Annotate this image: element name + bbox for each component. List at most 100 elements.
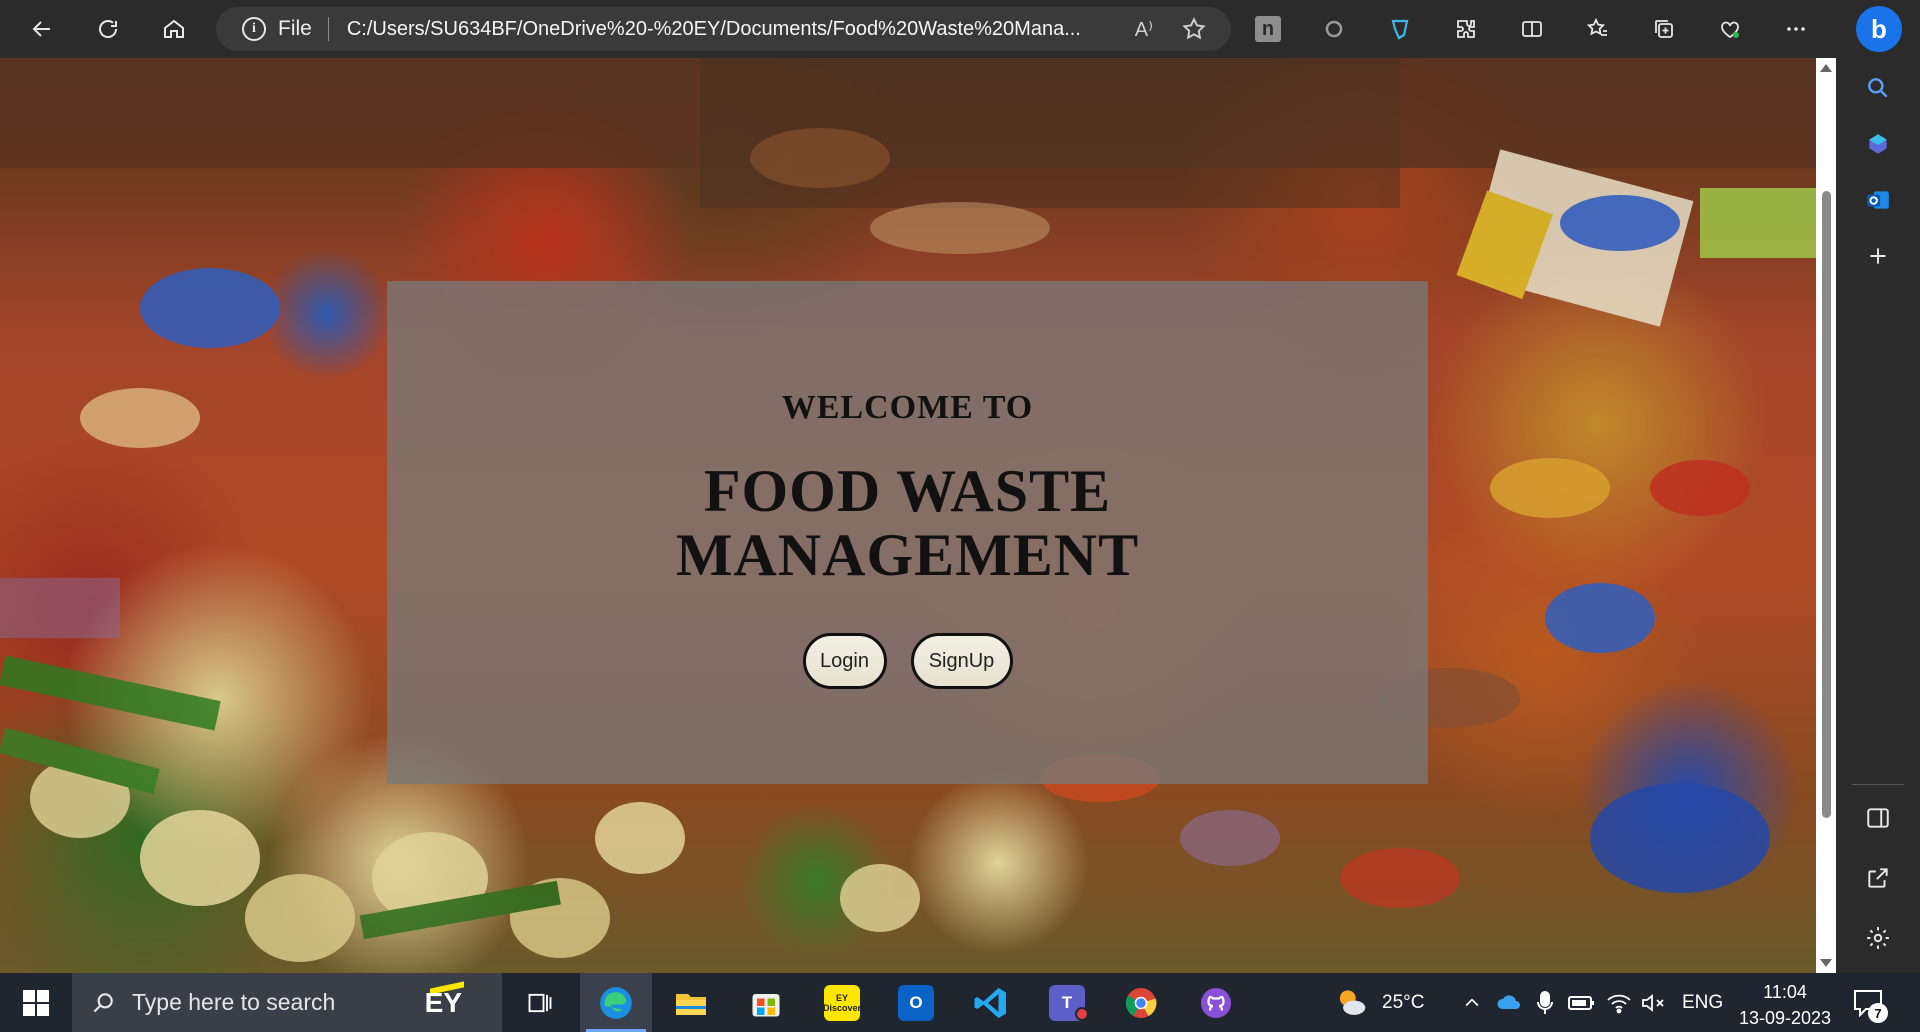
clock-time: 11:04 [1763, 982, 1807, 1002]
page-viewport: WELCOME TO FOOD WASTE MANAGEMENT Login S… [0, 58, 1816, 973]
collections-button[interactable] [1644, 9, 1684, 49]
open-external-icon [1868, 868, 1888, 888]
add-icon [1870, 248, 1886, 264]
signup-button[interactable]: SignUp [910, 633, 1013, 689]
toolbar-actions: n [1248, 9, 1816, 49]
address-bar[interactable]: i File C:/Users/SU634BF/OneDrive%20-%20E… [216, 7, 1231, 51]
sidebar-divider [1852, 784, 1904, 785]
bing-chat-icon[interactable]: b [1856, 6, 1902, 52]
taskbar-search-box[interactable]: Type here to search EY [72, 973, 502, 1032]
teams-status-badge [1075, 1007, 1089, 1021]
windows-taskbar: Type here to search EY EY Discover O T 2… [0, 973, 1920, 1032]
shield-extension-icon [1391, 19, 1409, 40]
more-icon [1787, 27, 1805, 31]
extensions-button[interactable] [1446, 9, 1486, 49]
vscode-icon [974, 987, 1006, 1018]
volume-muted-icon [1642, 993, 1664, 1012]
circle-extension-icon [1325, 20, 1343, 38]
volume-tray[interactable] [1640, 973, 1666, 1032]
outlook-icon: O [898, 984, 934, 1021]
browser-essentials-button[interactable] [1710, 9, 1750, 49]
welcome-panel: WELCOME TO FOOD WASTE MANAGEMENT Login S… [387, 281, 1428, 784]
show-hidden-icons-button[interactable] [1462, 973, 1482, 1032]
taskbar-clock[interactable]: 11:04 13-09-2023 [1730, 979, 1840, 1031]
edge-sidebar [1836, 58, 1920, 973]
taskbar-ey-discover[interactable]: EY Discover [806, 973, 878, 1032]
taskbar-file-explorer[interactable] [655, 973, 727, 1032]
github-desktop-icon [1201, 987, 1231, 1018]
nav-buttons [22, 9, 194, 49]
sidebar-toggle-button[interactable] [1858, 798, 1898, 838]
sidebar-outlook-button[interactable] [1858, 180, 1898, 220]
sidebar-search-button[interactable] [1858, 68, 1898, 108]
sidebar-copilot-button[interactable] [1858, 124, 1898, 164]
scroll-down-arrow-icon[interactable] [1820, 959, 1832, 967]
welcome-heading: WELCOME TO [781, 389, 1034, 426]
taskbar-edge[interactable] [580, 973, 652, 1032]
read-aloud-icon[interactable]: A⁾ [1135, 17, 1153, 42]
extension-n-button[interactable]: n [1248, 9, 1288, 49]
home-icon [164, 19, 184, 38]
back-button[interactable] [22, 9, 62, 49]
login-button[interactable]: Login [802, 633, 887, 689]
start-button[interactable] [0, 973, 72, 1032]
auth-buttons: Login SignUp [802, 633, 1013, 689]
shield-extension-button[interactable] [1380, 9, 1420, 49]
windows-logo-icon [23, 989, 49, 1016]
task-view-button[interactable] [504, 973, 576, 1032]
taskbar-outlook[interactable]: O [880, 973, 952, 1032]
taskbar-vscode[interactable] [955, 973, 1027, 1032]
taskbar-store[interactable] [730, 973, 802, 1032]
refresh-button[interactable] [88, 9, 128, 49]
clock-date: 13-09-2023 [1738, 1008, 1832, 1028]
onedrive-cloud-icon [1497, 994, 1520, 1009]
battery-icon [1568, 995, 1594, 1010]
wifi-icon [1607, 994, 1631, 1013]
open-external-button[interactable] [1858, 858, 1898, 898]
weather-widget[interactable]: 25°C [1332, 973, 1424, 1032]
favorites-button[interactable] [1578, 9, 1618, 49]
copilot-icon [1869, 134, 1887, 154]
home-button[interactable] [154, 9, 194, 49]
wifi-tray[interactable] [1606, 973, 1632, 1032]
sidebar-add-button[interactable] [1858, 236, 1898, 276]
info-icon[interactable]: i [242, 17, 266, 41]
task-view-icon [528, 993, 552, 1012]
collections-icon [1655, 20, 1673, 38]
notification-count-badge: 7 [1868, 1003, 1888, 1023]
onedrive-tray[interactable] [1496, 973, 1522, 1032]
ey-logo: EY [424, 987, 462, 1018]
chrome-icon [1125, 987, 1157, 1018]
language-indicator[interactable]: ENG [1682, 973, 1723, 1032]
search-placeholder: Type here to search [132, 989, 336, 1015]
taskbar-chrome[interactable] [1105, 973, 1177, 1032]
battery-tray[interactable] [1568, 973, 1596, 1032]
ey-discover-label-2: Discover [822, 1002, 862, 1013]
split-screen-button[interactable] [1512, 9, 1552, 49]
page-title-line-1: FOOD WASTE [703, 458, 1112, 524]
extensions-puzzle-icon [1457, 20, 1475, 38]
favorites-icon [1586, 17, 1607, 36]
url-text[interactable]: C:/Users/SU634BF/OneDrive%20-%20EY/Docum… [347, 18, 1117, 41]
search-icon [1868, 78, 1888, 98]
extension-n-icon: n [1255, 16, 1281, 42]
favorite-star-icon[interactable] [1181, 16, 1207, 42]
weather-temperature: 25°C [1382, 991, 1425, 1013]
page-scrollbar[interactable] [1816, 58, 1836, 973]
page-title: FOOD WASTE MANAGEMENT [676, 459, 1139, 587]
taskbar-teams[interactable]: T [1031, 973, 1103, 1032]
sidebar-toggle-icon [1867, 808, 1889, 828]
sidebar-settings-button[interactable] [1858, 918, 1898, 958]
circle-extension-button[interactable] [1314, 9, 1354, 49]
edge-icon [600, 986, 632, 1019]
page-title-line-2: MANAGEMENT [675, 522, 1140, 588]
scroll-up-arrow-icon[interactable] [1820, 64, 1832, 72]
taskbar-github-desktop[interactable] [1180, 973, 1252, 1032]
microphone-tray[interactable] [1536, 973, 1554, 1032]
folder-icon [676, 993, 706, 1015]
scrollbar-thumb[interactable] [1822, 191, 1831, 818]
search-icon [93, 992, 113, 1012]
split-screen-icon [1522, 21, 1542, 37]
more-button[interactable] [1776, 9, 1816, 49]
refresh-icon [99, 20, 118, 38]
